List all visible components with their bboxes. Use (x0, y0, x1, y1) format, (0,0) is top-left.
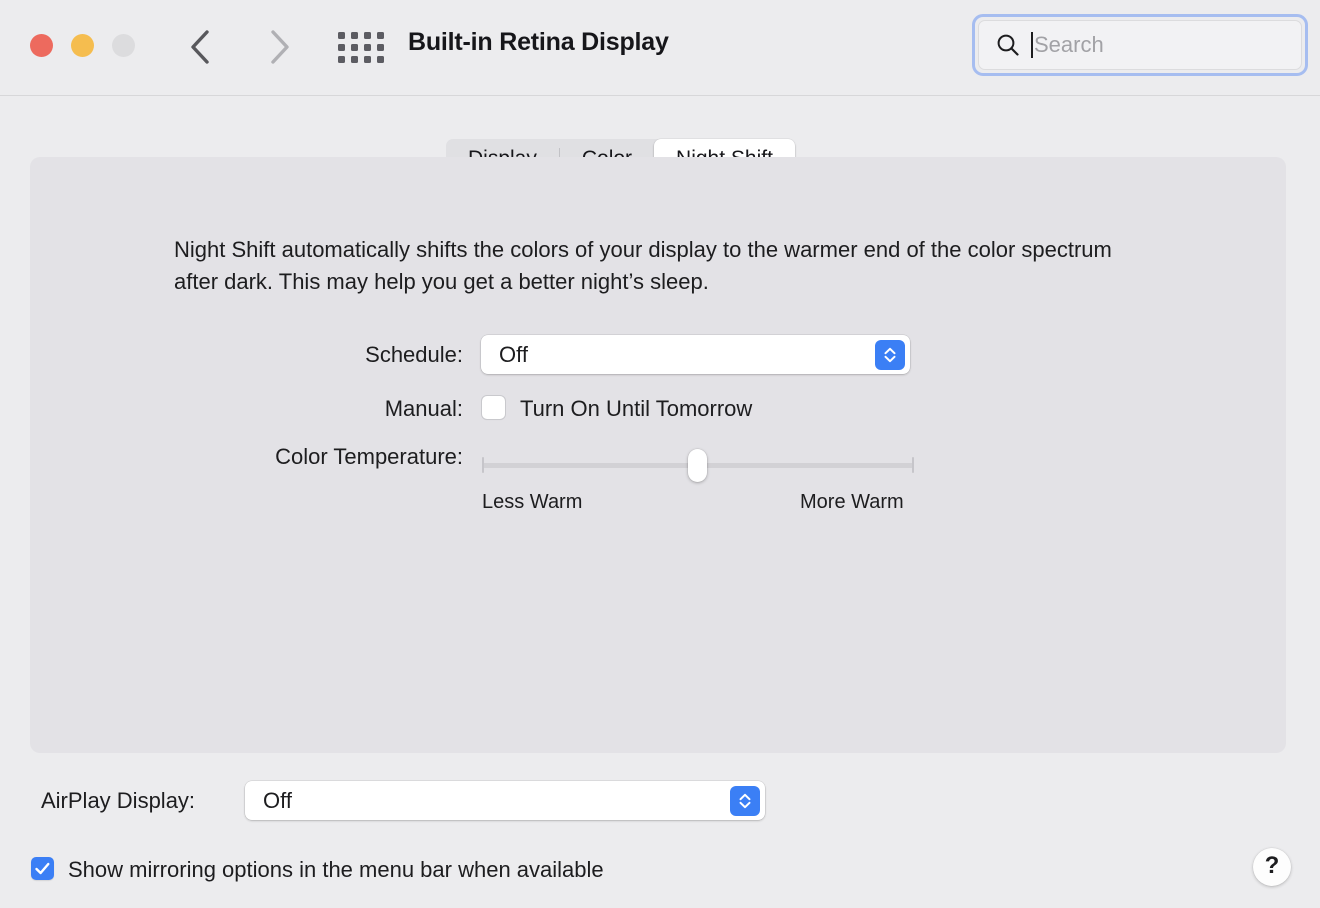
slider-thumb[interactable] (688, 449, 707, 482)
search-field[interactable]: Search (972, 14, 1308, 76)
night-shift-description: Night Shift automatically shifts the col… (174, 234, 1124, 298)
slider-tick-min (482, 457, 484, 473)
airplay-display-label: AirPlay Display: (41, 788, 195, 814)
minimize-window-button[interactable] (71, 34, 94, 57)
close-window-button[interactable] (30, 34, 53, 57)
manual-label: Manual: (120, 396, 463, 422)
traffic-light-group (30, 34, 135, 57)
window-toolbar: Built-in Retina Display Search (0, 0, 1320, 96)
schedule-label: Schedule: (120, 342, 463, 368)
navigation-buttons (186, 24, 294, 70)
show-all-grid-icon[interactable] (338, 30, 384, 64)
airplay-stepper-chevrons-icon[interactable] (730, 786, 760, 816)
search-placeholder: Search (1034, 34, 1104, 56)
show-mirroring-options-checkbox[interactable] (31, 857, 54, 880)
checkmark-icon (31, 857, 54, 880)
slider-tick-max (912, 457, 914, 473)
page-title: Built-in Retina Display (408, 28, 669, 57)
search-icon (995, 32, 1021, 58)
slider-min-label: Less Warm (482, 491, 582, 514)
forward-chevron-icon[interactable] (264, 24, 294, 70)
schedule-stepper-chevrons-icon[interactable] (875, 340, 905, 370)
help-button[interactable]: ? (1253, 848, 1291, 886)
back-chevron-icon[interactable] (186, 24, 216, 70)
turn-on-until-tomorrow-checkbox[interactable] (482, 396, 505, 419)
zoom-window-button[interactable] (112, 34, 135, 57)
schedule-popup-button[interactable]: Off (481, 335, 910, 374)
color-temperature-slider[interactable] (482, 456, 914, 474)
airplay-display-popup-button[interactable]: Off (245, 781, 765, 820)
turn-on-until-tomorrow-label[interactable]: Turn On Until Tomorrow (520, 396, 752, 422)
show-mirroring-options-label[interactable]: Show mirroring options in the menu bar w… (68, 857, 604, 883)
airplay-display-value: Off (245, 788, 292, 814)
search-field-inner[interactable]: Search (978, 20, 1302, 70)
schedule-value: Off (481, 342, 528, 368)
color-temperature-label: Color Temperature: (120, 444, 463, 470)
search-text-caret (1031, 32, 1033, 58)
slider-max-label: More Warm (800, 491, 904, 514)
